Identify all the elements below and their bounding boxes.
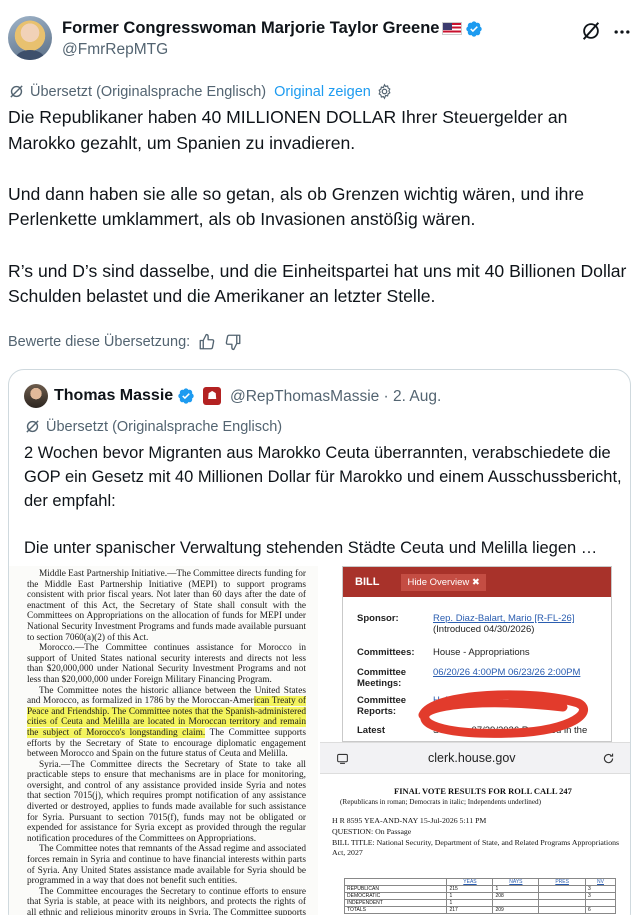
verified-badge-icon xyxy=(466,20,483,37)
us-flag-icon xyxy=(442,22,463,35)
tweet-paragraph: Und dann haben sie alle so getan, als ob… xyxy=(8,183,585,230)
quoted-handle-date[interactable]: @RepThomasMassie · 2. Aug. xyxy=(230,388,441,406)
rate-label: Bewerte diese Übersetzung: xyxy=(8,334,191,350)
table-row: TOTALS 217 209 6 xyxy=(343,906,617,914)
bill-overview-panel: BILL Hide Overview ✖ Sponsor: Rep. Diaz-… xyxy=(342,566,612,742)
quoted-translation-info: Übersetzt (Originalsprache Englisch) xyxy=(24,418,282,435)
doc-paragraph: Syria.—The Committee directs the Secreta… xyxy=(27,759,306,844)
gear-icon[interactable] xyxy=(376,83,393,100)
quoted-translation-label: Übersetzt (Originalsprache Englisch) xyxy=(46,418,283,435)
author-avatar[interactable] xyxy=(8,16,52,60)
tweet-paragraph: R’s und D’s sind dasselbe, und die Einhe… xyxy=(8,260,627,307)
quoted-tweet-card[interactable]: Thomas Massie ☗ @RepThomasMassie · 2. Au… xyxy=(8,369,631,915)
bill-label: BILL xyxy=(355,576,380,588)
thumbs-down-icon[interactable] xyxy=(224,333,242,351)
page-settings-icon[interactable] xyxy=(336,752,349,765)
bill-screenshot-image[interactable]: BILL Hide Overview ✖ Sponsor: Rep. Diaz-… xyxy=(320,566,630,915)
quoted-author-name[interactable]: Thomas Massie xyxy=(54,387,173,405)
table-row: INDEPENDENT 1 xyxy=(343,899,617,907)
doc-paragraph: The Committee encourages the Secretary t… xyxy=(27,886,306,915)
roll-call-bill-line: H R 8595 YEA-AND-NAY 15-Jul-2026 5:11 PM xyxy=(332,816,487,825)
document-excerpt-image[interactable]: Middle East Partnership Initiative.—The … xyxy=(9,566,318,915)
url-text[interactable]: clerk.house.gov xyxy=(428,751,516,765)
grok-translate-icon xyxy=(10,85,23,98)
tweet-paragraph: Die Republikaner haben 40 MILLIONEN DOLL… xyxy=(8,107,568,153)
translation-info: Übersetzt (Originalsprache Englisch) Ori… xyxy=(8,83,393,100)
hide-overview-button[interactable]: Hide Overview ✖ xyxy=(401,573,486,591)
author-name-row[interactable]: Former Congresswoman Marjorie Taylor Gre… xyxy=(62,19,483,38)
doc-paragraph: Middle East Partnership Initiative.—The … xyxy=(27,569,306,643)
author-display-name[interactable]: Former Congresswoman Marjorie Taylor Gre… xyxy=(62,19,439,38)
roll-call-results: FINAL VOTE RESULTS FOR ROLL CALL 247 (Re… xyxy=(320,774,630,915)
sponsor-link[interactable]: Rep. Diaz-Balart, Mario [R-FL-26] xyxy=(433,613,574,624)
verified-badge-icon xyxy=(178,388,194,404)
bill-header-bar: BILL Hide Overview ✖ xyxy=(343,567,611,597)
quoted-tweet-text: 2 Wochen bevor Migranten aus Marokko Ceu… xyxy=(24,442,624,585)
quoted-author-name-row[interactable]: Thomas Massie ☗ xyxy=(54,387,222,405)
grok-translate-icon xyxy=(26,420,39,433)
grok-icon[interactable] xyxy=(580,20,602,42)
thumbs-up-icon[interactable] xyxy=(198,333,216,351)
show-original-link[interactable]: Original zeigen xyxy=(274,84,371,100)
doc-paragraph: The Committee notes that remnants of the… xyxy=(27,844,306,887)
reload-icon[interactable] xyxy=(602,752,615,765)
quoted-author-avatar[interactable] xyxy=(24,384,48,408)
roll-call-subtitle: (Republicans in roman; Democrats in ital… xyxy=(340,798,541,806)
meetings-link[interactable]: 06/20/26 4:00PM 06/23/26 2:00PM xyxy=(433,667,580,678)
affiliation-badge-icon: ☗ xyxy=(203,387,222,405)
doc-paragraph: The Committee notes the historic allianc… xyxy=(27,685,306,760)
tweet-text: Die Republikaner haben 40 MILLIONEN DOLL… xyxy=(8,105,630,335)
table-row: REPUBLICAN 215 1 3 xyxy=(343,885,617,893)
vote-totals-table: YEAS NAYS PRES NV REPUBLICAN 215 1 3 DEMOCRATI… xyxy=(343,878,617,914)
more-options-icon[interactable] xyxy=(612,22,632,42)
quoted-paragraph: 2 Wochen bevor Migranten aus Marokko Ceu… xyxy=(24,444,622,510)
doc-paragraph: Morocco.—The Committee continues assista… xyxy=(27,643,306,685)
quoted-paragraph: Die unter spanischer Verwaltung stehende… xyxy=(24,539,598,558)
roll-call-title: FINAL VOTE RESULTS FOR ROLL CALL 247 xyxy=(394,786,572,796)
roll-call-bill-title: BILL TITLE: National Security, Departmen… xyxy=(332,838,620,857)
author-handle[interactable]: @FmrRepMTG xyxy=(62,41,168,59)
roll-call-question: QUESTION: On Passage xyxy=(332,827,412,836)
table-row: DEMOCRATIC 1 208 3 xyxy=(343,892,617,900)
rate-translation: Bewerte diese Übersetzung: xyxy=(8,333,242,351)
browser-address-bar[interactable]: clerk.house.gov xyxy=(320,742,630,774)
red-circle-annotation xyxy=(418,690,588,738)
translation-label: Übersetzt (Originalsprache Englisch) xyxy=(30,83,267,100)
